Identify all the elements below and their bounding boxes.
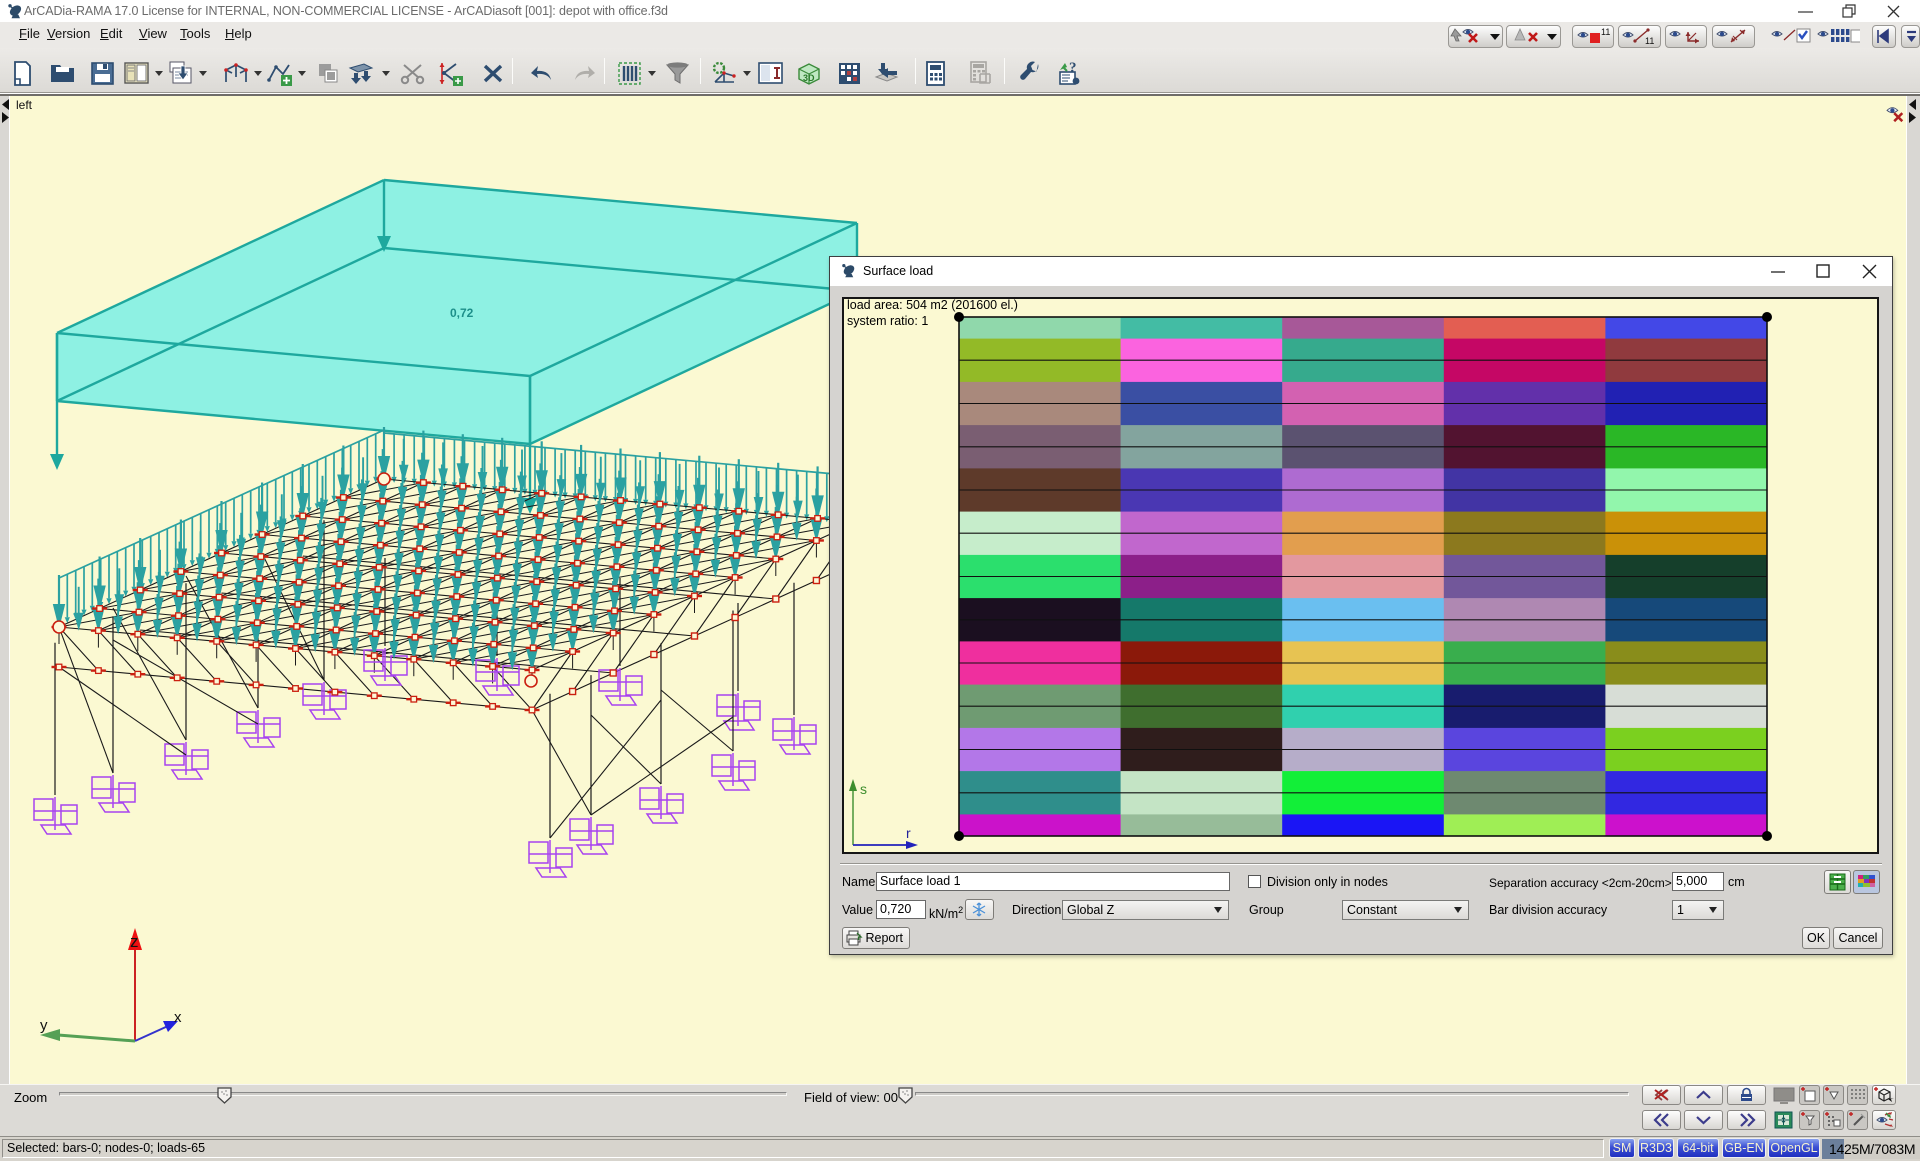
svg-text:x: x	[174, 1009, 182, 1026]
svg-text:11: 11	[1601, 27, 1610, 37]
svg-text:z: z	[130, 932, 139, 951]
svg-text:r: r	[906, 825, 911, 841]
svg-text:11: 11	[1645, 36, 1654, 46]
svg-text:y: y	[40, 1017, 48, 1034]
svg-text:?: ?	[1069, 60, 1077, 76]
svg-text:3D: 3D	[803, 73, 815, 83]
svg-text:s: s	[860, 781, 867, 797]
svg-text:0,72: 0,72	[450, 306, 474, 320]
